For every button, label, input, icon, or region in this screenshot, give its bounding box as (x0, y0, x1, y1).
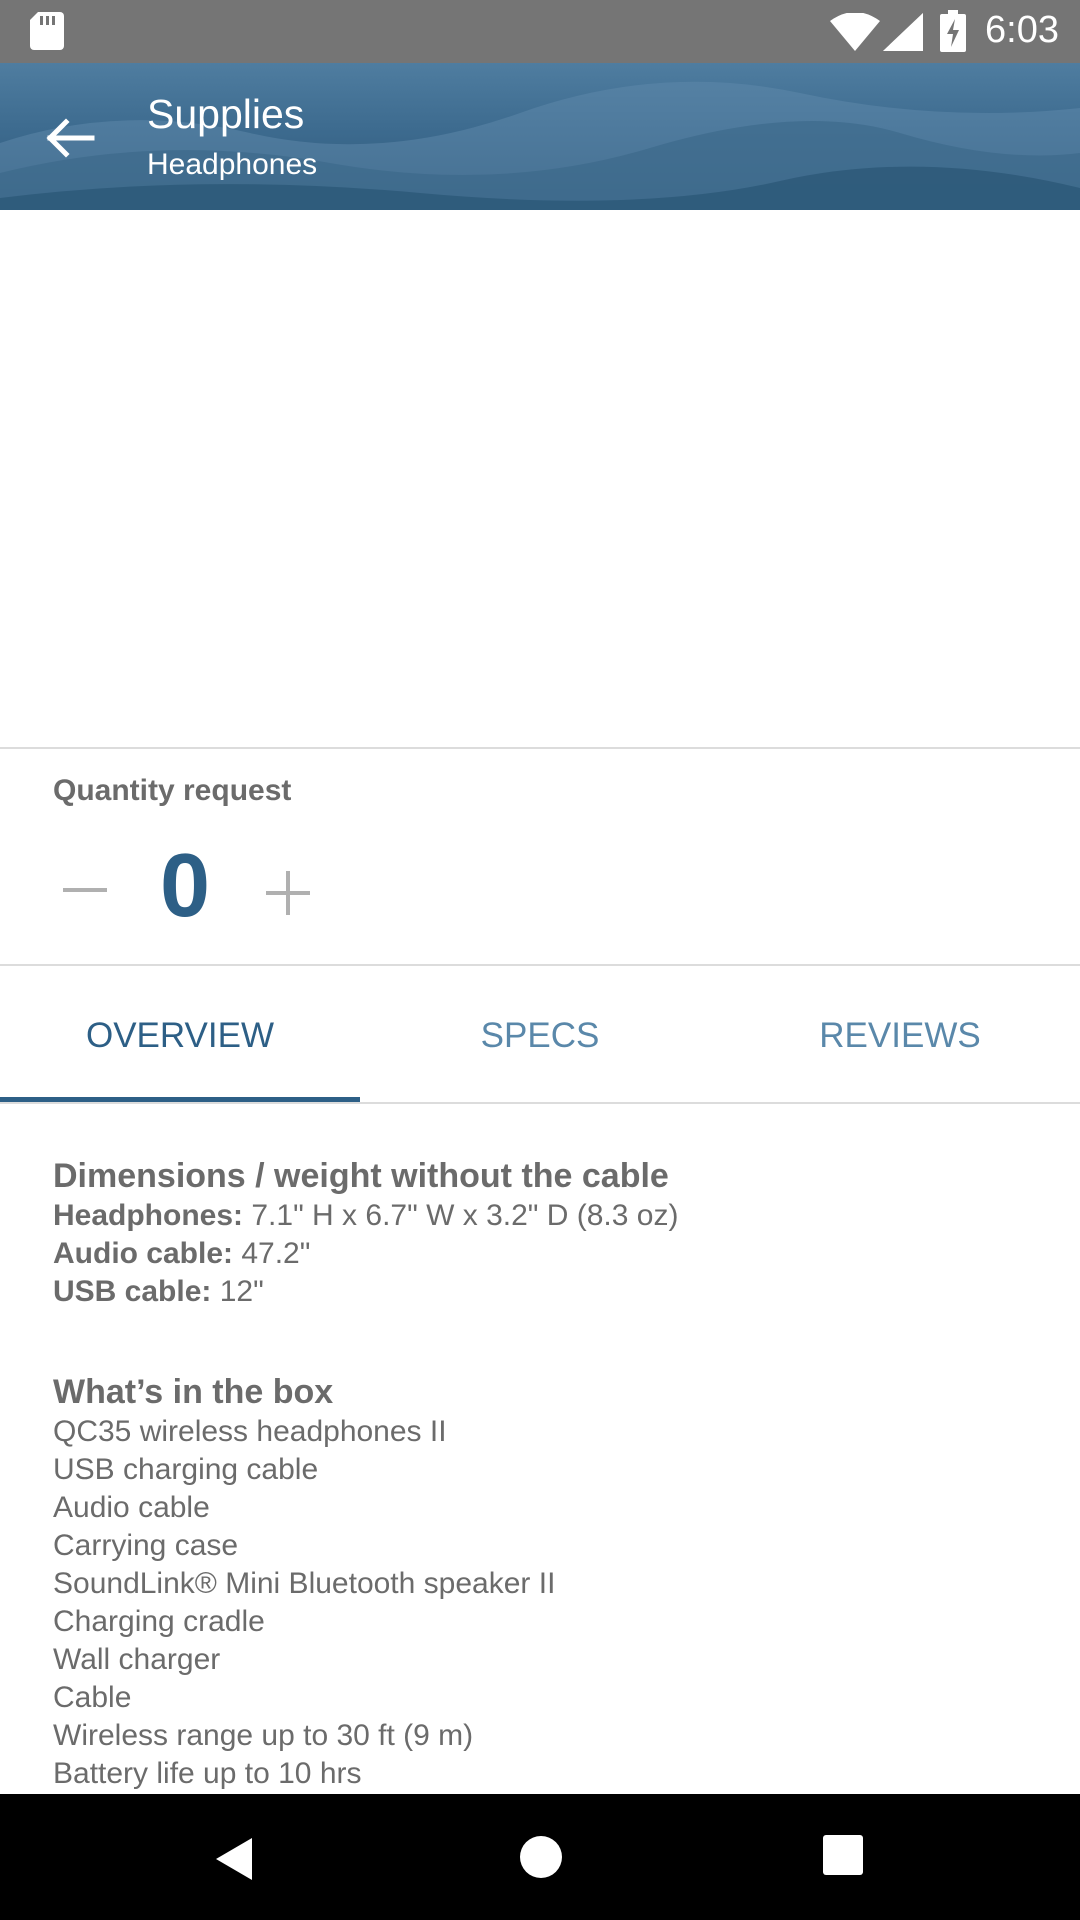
divider (0, 964, 1080, 966)
sd-card-icon (30, 12, 64, 50)
page-title: Supplies (147, 91, 305, 137)
plus-icon[interactable] (258, 863, 318, 923)
list-item: Carrying case (53, 1529, 239, 1562)
app-bar: Supplies Headphones (0, 63, 1080, 210)
spec-row: Headphones: 7.1" H x 6.7" W x 3.2" D (8.… (53, 1197, 1053, 1235)
list-item: SoundLink® Mini Bluetooth speaker II (53, 1567, 556, 1600)
quantity-value: 0 (159, 836, 211, 936)
divider (0, 747, 1080, 749)
back-arrow-icon[interactable] (30, 103, 110, 173)
list-item: USB charging cable (53, 1453, 319, 1486)
list-item: Audio cable (53, 1491, 210, 1524)
tabs-divider (0, 1102, 1080, 1104)
tab-label: REVIEWS (819, 1016, 981, 1055)
tab-specs[interactable]: SPECS (360, 990, 720, 1070)
nav-recents-icon[interactable] (822, 1834, 864, 1876)
spec-value: 7.1" H x 6.7" W x 3.2" D (8.3 oz) (243, 1199, 679, 1232)
spec-label: USB cable: (53, 1275, 212, 1308)
tab-label: SPECS (480, 1016, 600, 1055)
section-title: What’s in the box (53, 1373, 334, 1411)
nav-back-icon[interactable] (210, 1834, 258, 1884)
battery-charging-icon (940, 10, 966, 52)
spec-row: USB cable: 12" (53, 1273, 1053, 1311)
quantity-label: Quantity request (53, 774, 292, 807)
list-item: Battery life up to 10 hrs (53, 1757, 362, 1790)
wifi-icon (830, 13, 880, 51)
spec-label: Headphones: (53, 1199, 244, 1232)
overview-content: Dimensions / weight without the cable He… (53, 1155, 1053, 1793)
signal-icon (883, 13, 923, 51)
list-item: QC35 wireless headphones II (53, 1415, 447, 1448)
list-item: Wall charger (53, 1643, 221, 1676)
section-title: Dimensions / weight without the cable (53, 1157, 669, 1195)
spec-value: 47.2" (233, 1237, 311, 1270)
list-item: Charging cradle (53, 1605, 265, 1638)
list-item: Cable (53, 1681, 132, 1714)
page-subtitle: Headphones (147, 148, 318, 181)
product-image-area (0, 210, 1080, 747)
spec-value: 12" (211, 1275, 264, 1308)
minus-icon[interactable] (55, 865, 115, 915)
status-bar: 6:03 (0, 0, 1080, 63)
spec-row: Audio cable: 47.2" (53, 1235, 1053, 1273)
tab-overview[interactable]: OVERVIEW (0, 990, 360, 1070)
status-time: 6:03 (985, 9, 1059, 51)
nav-home-icon[interactable] (518, 1834, 564, 1880)
tab-label: OVERVIEW (85, 1016, 274, 1055)
navigation-bar (0, 1794, 1080, 1920)
tab-reviews[interactable]: REVIEWS (720, 990, 1080, 1070)
spec-label: Audio cable: (53, 1237, 234, 1270)
list-item: Wireless range up to 30 ft (9 m) (53, 1719, 474, 1752)
